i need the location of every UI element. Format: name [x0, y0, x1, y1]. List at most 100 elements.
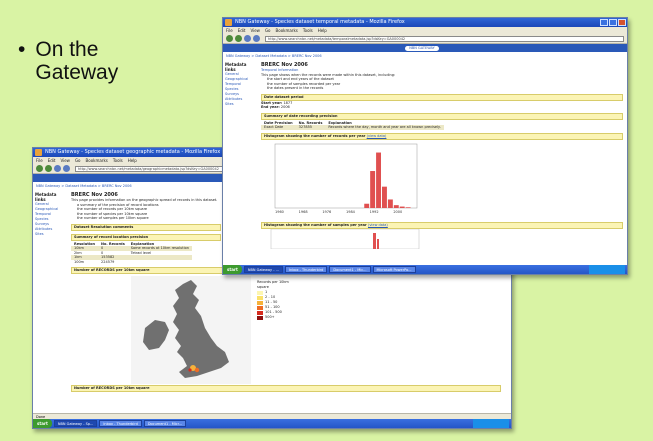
maximize-button[interactable] [609, 19, 617, 26]
view-data-link-2[interactable]: (view data) [368, 223, 388, 227]
legend-swatch [257, 305, 263, 310]
menu-item-help[interactable]: Help [318, 28, 327, 33]
menu-item-tools[interactable]: Tools [113, 158, 123, 163]
firefox-icon [35, 149, 42, 156]
menu-item-tools[interactable]: Tools [303, 28, 313, 33]
minimize-button[interactable] [600, 19, 608, 26]
histogram-bar [364, 203, 370, 208]
section-period: Date dataset period [261, 93, 623, 101]
start-button[interactable]: start [33, 419, 52, 428]
histogram-bar [382, 186, 387, 208]
table-row: Exact Date 327855 Records where the day, m… [261, 125, 444, 130]
back-button[interactable] [226, 35, 233, 42]
browser-window-temporal: NBN Gateway - Species dataset temporal m… [222, 17, 628, 275]
taskbar-task[interactable]: Inbox - Thunderbird [99, 420, 142, 427]
taskbar: start NBN Gateway - ... Inbox - Thunderbi… [223, 265, 627, 274]
menu-item-help[interactable]: Help [128, 158, 137, 163]
menu-item-view[interactable]: View [250, 28, 260, 33]
back-button[interactable] [36, 165, 43, 172]
bullet-item: the dates present in the records [267, 86, 324, 90]
x-tick-label: 1992 [370, 210, 379, 214]
legend-item: 500+ [257, 315, 297, 320]
sidebar-item-sites[interactable]: Sites [225, 102, 255, 107]
home-button[interactable] [253, 35, 260, 42]
histogram-chart: 1960 1968 1976 1984 1992 2000 [261, 142, 623, 220]
menu-bar: File Edit View Go Bookmarks Tools Help [223, 27, 627, 34]
start-button[interactable]: start [223, 265, 242, 274]
close-button[interactable] [618, 19, 626, 26]
histogram-bar [399, 206, 405, 208]
precision-table: Resolution No. Records Explanation 10km 0 Som… [71, 242, 192, 265]
window-titlebar[interactable]: NBN Gateway - Species dataset temporal m… [223, 18, 627, 27]
view-data-link[interactable]: (view data) [367, 134, 387, 138]
legend-label: 500+ [265, 315, 275, 319]
end-year-label: End year: [261, 105, 280, 109]
date-precision-table: Date Precision No. Records Explanation Exac… [261, 121, 444, 130]
window-title: NBN Gateway - Species dataset temporal m… [235, 19, 405, 25]
section-histogram-2: Histogram showing the number of samples … [261, 222, 623, 229]
histogram-2-svg [270, 228, 420, 250]
menu-item-view[interactable]: View [60, 158, 70, 163]
page-body: Metadata links General Geographical Tempor… [223, 60, 627, 253]
sidebar-heading: Metadata links [35, 192, 57, 202]
table-cell: 100m [74, 259, 85, 264]
taskbar-task[interactable]: NBN Gateway - Sp... [53, 420, 98, 427]
histogram-bar [393, 204, 399, 208]
record-cluster-2 [194, 367, 200, 373]
histogram-2-bar [377, 239, 379, 249]
x-tick-label: 2000 [393, 210, 402, 214]
histogram-bar [405, 206, 411, 208]
menu-item-bookmarks[interactable]: Bookmarks [276, 28, 298, 33]
taskbar-task[interactable]: Microsoft PowerPo... [372, 266, 416, 273]
record-cluster-3 [188, 368, 192, 372]
end-year-value: 2006 [280, 105, 290, 109]
reload-button[interactable] [54, 165, 61, 172]
site-header: NBN GATEWAY [223, 44, 627, 52]
breadcrumb[interactable]: NBN Gateway > Dataset Metadata > BRERC N… [223, 52, 627, 60]
histogram-2-bar [373, 233, 376, 249]
address-input[interactable]: http://www.searchnbn.net/metadata/tempor… [265, 35, 624, 42]
histogram-bar [387, 198, 393, 208]
menu-item-edit[interactable]: Edit [48, 158, 56, 163]
menu-item-go[interactable]: Go [75, 158, 81, 163]
main-content: BRERC Nov 2006 Temporal Information This… [257, 60, 627, 253]
x-tick-label: 1960 [275, 210, 284, 214]
nbn-logo[interactable]: NBN GATEWAY [405, 45, 439, 51]
map-section: Records per 10km square 12 - 10 11 - 50 51… [71, 274, 507, 384]
table-cell: 224579 [101, 259, 115, 264]
menu-item-go[interactable]: Go [265, 28, 271, 33]
table-cell [128, 260, 192, 265]
histogram-2-heading: Histogram showing the number of samples … [264, 223, 367, 227]
taskbar-task[interactable]: Document1 - Mic... [329, 266, 371, 273]
system-tray [589, 265, 625, 274]
sidebar: Metadata links General Geographical Tempor… [223, 60, 257, 253]
reload-button[interactable] [244, 35, 251, 42]
taskbar-task[interactable]: Inbox - Thunderbird [284, 266, 328, 273]
taskbar-task[interactable]: NBN Gateway - ... [243, 266, 283, 273]
forward-button[interactable] [45, 165, 52, 172]
end-year-row: End year: 2006 [261, 105, 623, 110]
forward-button[interactable] [235, 35, 242, 42]
section-histogram: Histogram showing the number of records … [261, 132, 623, 140]
slide-bullet-text: On the Gateway [35, 38, 119, 84]
legend-swatch [257, 295, 263, 300]
start-year-value: 1877 [283, 100, 293, 105]
sidebar: Metadata links General Geographical Tempor… [33, 190, 67, 394]
map-legend: Records per 10km square 12 - 10 11 - 50 51… [257, 280, 297, 320]
menu-item-edit[interactable]: Edit [238, 28, 246, 33]
window-title: NBN Gateway - Species dataset geographic… [45, 149, 221, 155]
x-tick-label: 1976 [322, 210, 331, 214]
section-precision: Summary of date recording precision [261, 112, 623, 120]
menu-item-file[interactable]: File [226, 28, 233, 33]
taskbar-task[interactable]: Document1 - Micr... [143, 420, 187, 427]
table-cell: Some records at 10km resolution [127, 246, 192, 251]
sidebar-item-sites[interactable]: Sites [35, 232, 65, 237]
legend-swatch [257, 315, 263, 320]
legend-swatch [257, 290, 263, 295]
histogram-bar [376, 152, 381, 208]
menu-item-file[interactable]: File [36, 158, 43, 163]
home-button[interactable] [63, 165, 70, 172]
table-cell: Records where the day, month and year ar… [325, 125, 444, 130]
table-row: 100m 224579 [71, 260, 192, 265]
menu-item-bookmarks[interactable]: Bookmarks [86, 158, 108, 163]
